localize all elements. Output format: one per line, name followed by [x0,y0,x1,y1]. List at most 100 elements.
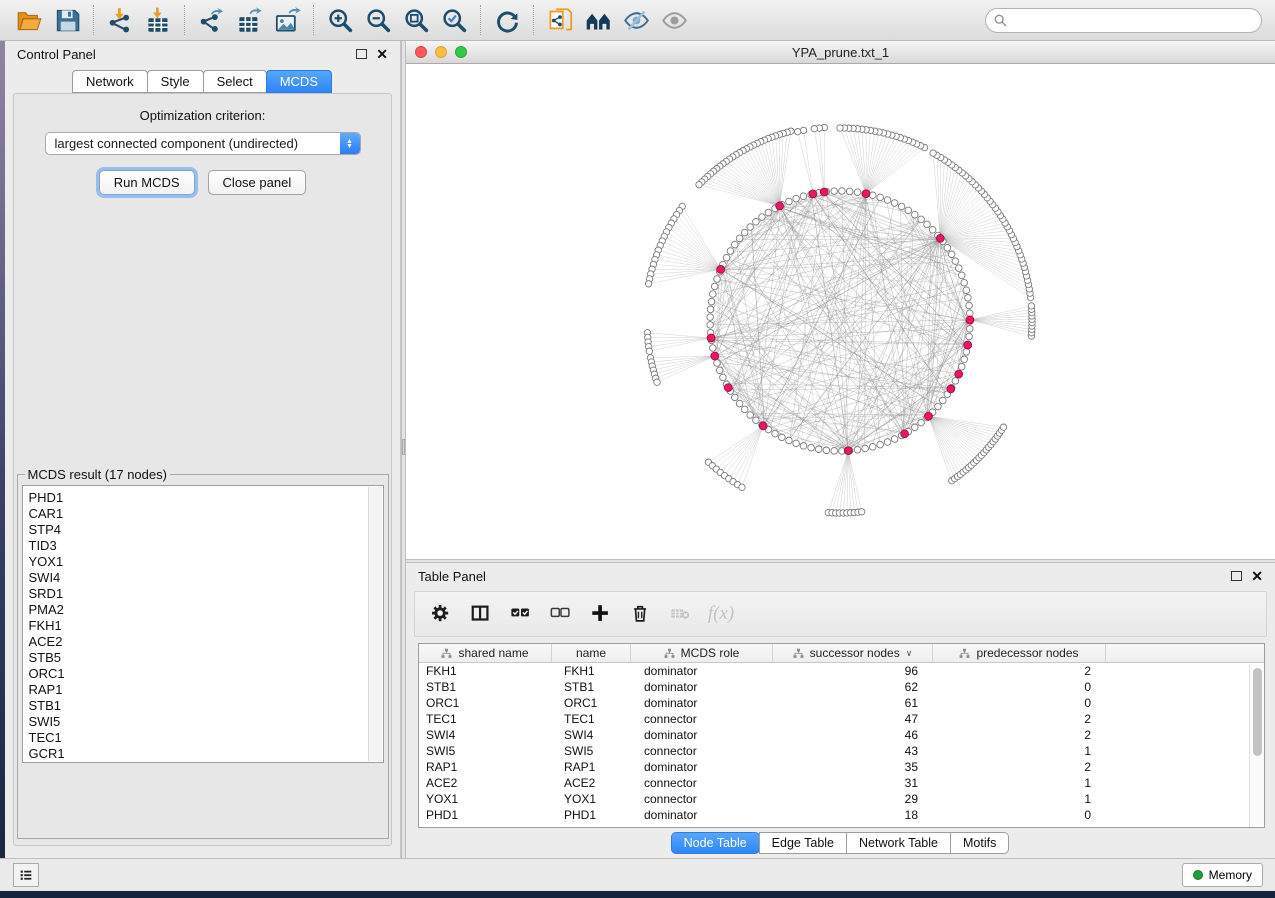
mcds-node[interactable] [776,202,784,210]
delete-columns-button[interactable] [623,596,659,632]
mcds-result-item[interactable]: YOX1 [29,554,383,570]
mcds-node[interactable] [966,316,974,324]
search-input[interactable] [1012,13,1253,27]
mcds-result-item[interactable]: GCR1 [29,746,383,762]
mcds-result-item[interactable]: ORC1 [29,666,383,682]
zoom-in-button[interactable] [321,3,359,37]
save-session-button[interactable] [48,3,86,37]
toolbar-separator [184,5,185,35]
mcds-node[interactable] [964,341,972,349]
mcds-node[interactable] [925,412,933,420]
close-panel-button[interactable]: Close panel [208,170,307,195]
hide-selected-button[interactable] [617,3,655,37]
toggle-panel-split-button[interactable] [463,596,499,632]
import-network-from-file-button[interactable] [101,3,139,37]
column-header-MCDS-role[interactable]: MCDS role [631,644,773,662]
network-graph-canvas[interactable] [406,64,1275,559]
column-header-name[interactable]: name [552,644,631,662]
table-row[interactable]: SWI5SWI5connector431 [419,743,1264,759]
column-header-successor-nodes[interactable]: successor nodes∨ [773,644,933,662]
first-neighbors-button[interactable] [579,3,617,37]
tab-node-table[interactable]: Node Table [671,832,760,854]
table-row[interactable]: SWI4SWI4dominator462 [419,727,1264,743]
tab-select[interactable]: Select [203,70,267,93]
table-row[interactable]: TEC1TEC1connector472 [419,711,1264,727]
criterion-dropdown[interactable]: largest connected component (undirected)… [45,132,361,155]
mcds-node[interactable] [809,190,817,198]
show-all-button[interactable] [655,3,693,37]
table-row[interactable]: ACE2ACE2connector311 [419,775,1264,791]
mcds-result-item[interactable]: ACE2 [29,634,383,650]
create-new-column-button[interactable] [583,596,619,632]
zoom-out-button[interactable] [359,3,397,37]
mcds-result-item[interactable]: SRD1 [29,586,383,602]
tab-network[interactable]: Network [72,70,148,93]
float-panel-icon[interactable] [356,49,367,59]
mcds-result-item[interactable]: PHD1 [29,490,383,506]
tab-edge-table[interactable]: Edge Table [759,832,847,854]
close-table-panel-icon[interactable]: ✕ [1251,569,1263,583]
hide-all-columns-button[interactable] [543,596,579,632]
mcds-node[interactable] [862,190,870,198]
mcds-result-item[interactable]: TEC1 [29,730,383,746]
mcds-node[interactable] [901,430,909,438]
table-row[interactable]: ORC1ORC1dominator610 [419,695,1264,711]
table-row[interactable]: STB1STB1dominator620 [419,679,1264,695]
mcds-result-item[interactable]: RAP1 [29,682,383,698]
export-image-button[interactable] [268,3,306,37]
list-scrollbar[interactable] [368,487,382,761]
apply-layout-button[interactable] [488,3,526,37]
table-row[interactable]: FKH1FKH1dominator962 [419,663,1264,679]
table-scrollbar[interactable] [1249,664,1264,827]
mcds-result-item[interactable]: FKH1 [29,618,383,634]
show-all-columns-button[interactable] [503,596,539,632]
mcds-node[interactable] [936,234,944,242]
mcds-node[interactable] [759,422,767,430]
tab-motifs[interactable]: Motifs [950,832,1009,854]
tab-mcds[interactable]: MCDS [266,70,332,93]
mcds-node[interactable] [820,188,828,196]
mcds-result-item[interactable]: PMA2 [29,602,383,618]
mcds-result-item[interactable]: STB5 [29,650,383,666]
table-row[interactable]: PHD1PHD1dominator180 [419,807,1264,823]
export-table-button[interactable] [230,3,268,37]
zoom-fit-content-button[interactable] [397,3,435,37]
mcds-node[interactable] [947,385,955,393]
new-network-from-selection-button[interactable] [541,3,579,37]
mcds-node[interactable] [955,370,963,378]
table-settings-button[interactable] [423,596,459,632]
export-network-button[interactable] [192,3,230,37]
mcds-result-item[interactable]: TID3 [29,538,383,554]
column-header-shared-name[interactable]: shared name [419,644,552,662]
mcds-node[interactable] [844,447,852,455]
mcds-result-item[interactable]: STB1 [29,698,383,714]
tab-network-table[interactable]: Network Table [846,832,951,854]
table-row[interactable]: YOX1YOX1connector291 [419,791,1264,807]
float-table-panel-icon[interactable] [1231,571,1242,581]
mcds-node[interactable] [711,352,719,360]
mcds-result-item[interactable]: SWI5 [29,714,383,730]
column-header-predecessor-nodes[interactable]: predecessor nodes [933,644,1106,662]
zoom-selected-region-button[interactable] [435,3,473,37]
mcds-result-item[interactable]: CAR1 [29,506,383,522]
close-panel-icon[interactable]: ✕ [376,47,388,61]
toolbar-separator [93,5,94,35]
mcds-node[interactable] [717,266,725,274]
tab-style[interactable]: Style [147,70,204,93]
splitter-grip[interactable] [402,439,405,455]
vertical-splitter[interactable] [401,41,406,858]
optimization-criterion-label: Optimization criterion: [140,108,266,123]
mcds-result-item[interactable]: STP4 [29,522,383,538]
memory-button[interactable]: Memory [1182,863,1263,887]
table-row[interactable]: RAP1RAP1dominator352 [419,759,1264,775]
mcds-node[interactable] [724,384,732,392]
mcds-node[interactable] [707,334,715,342]
mcds-result-item[interactable]: SWI4 [29,570,383,586]
open-file-button[interactable] [10,3,48,37]
mcds-result-list[interactable]: PHD1CAR1STP4TID3YOX1SWI4SRD1PMA2FKH1ACE2… [22,485,384,763]
search-box[interactable] [985,8,1262,33]
task-history-button[interactable] [13,863,39,887]
run-mcds-button[interactable]: Run MCDS [99,170,195,195]
import-table-from-file-button[interactable] [139,3,177,37]
table-scrollbar-thumb[interactable] [1253,668,1262,756]
